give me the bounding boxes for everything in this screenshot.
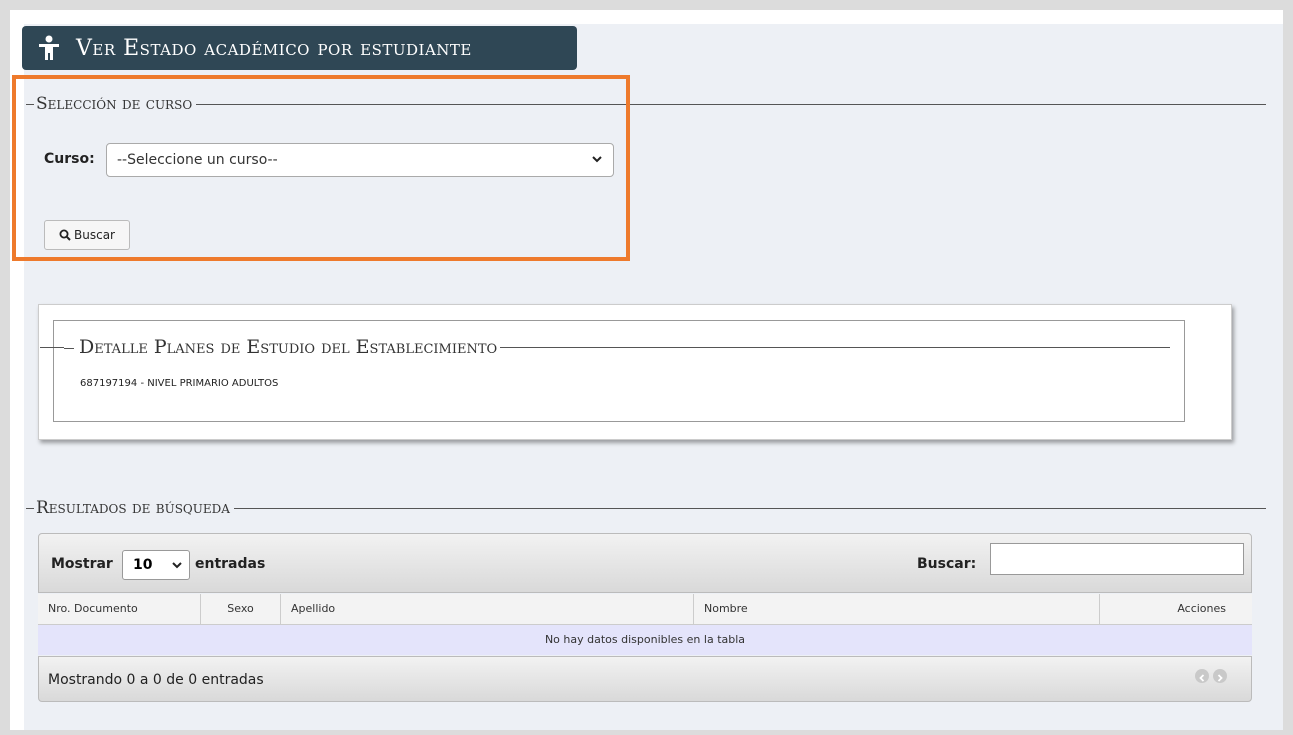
empty-table-message: No hay datos disponibles en la tabla	[38, 625, 1252, 655]
resultados-legend: Resultados de búsqueda	[26, 498, 234, 518]
page-title: Ver Estado académico por estudiante	[76, 35, 472, 61]
highlight-box	[12, 75, 630, 261]
chevron-right-icon	[1216, 667, 1224, 686]
column-header[interactable]: Apellido	[281, 594, 694, 624]
table-info: Mostrando 0 a 0 de 0 entradas	[48, 672, 264, 688]
next-page-button[interactable]	[1213, 669, 1227, 683]
page-title-bar: Ver Estado académico por estudiante	[22, 26, 577, 70]
table-search-label: Buscar:	[917, 556, 977, 572]
detalle-legend: Detalle Planes de Estudio del Establecim…	[64, 336, 501, 358]
person-icon	[34, 33, 64, 63]
column-header[interactable]: Acciones	[1100, 594, 1252, 624]
column-header[interactable]: Nro. Documento	[38, 594, 201, 624]
page-length-value: 10	[133, 557, 153, 573]
detalle-panel	[38, 304, 1232, 440]
entradas-label: entradas	[195, 556, 266, 572]
previous-page-button[interactable]	[1195, 669, 1209, 683]
plan-text: 687197194 - NIVEL PRIMARIO ADULTOS	[80, 378, 279, 389]
page-length-select[interactable]: 10	[122, 550, 190, 580]
column-header[interactable]: Nombre	[694, 594, 1100, 624]
chevron-down-icon	[171, 559, 183, 575]
column-header[interactable]: Sexo	[201, 594, 281, 624]
mostrar-label: Mostrar	[51, 556, 113, 572]
table-search-input[interactable]	[990, 543, 1244, 575]
table-header: Nro. Documento Sexo Apellido Nombre Acci…	[38, 594, 1252, 625]
chevron-left-icon	[1198, 667, 1206, 686]
